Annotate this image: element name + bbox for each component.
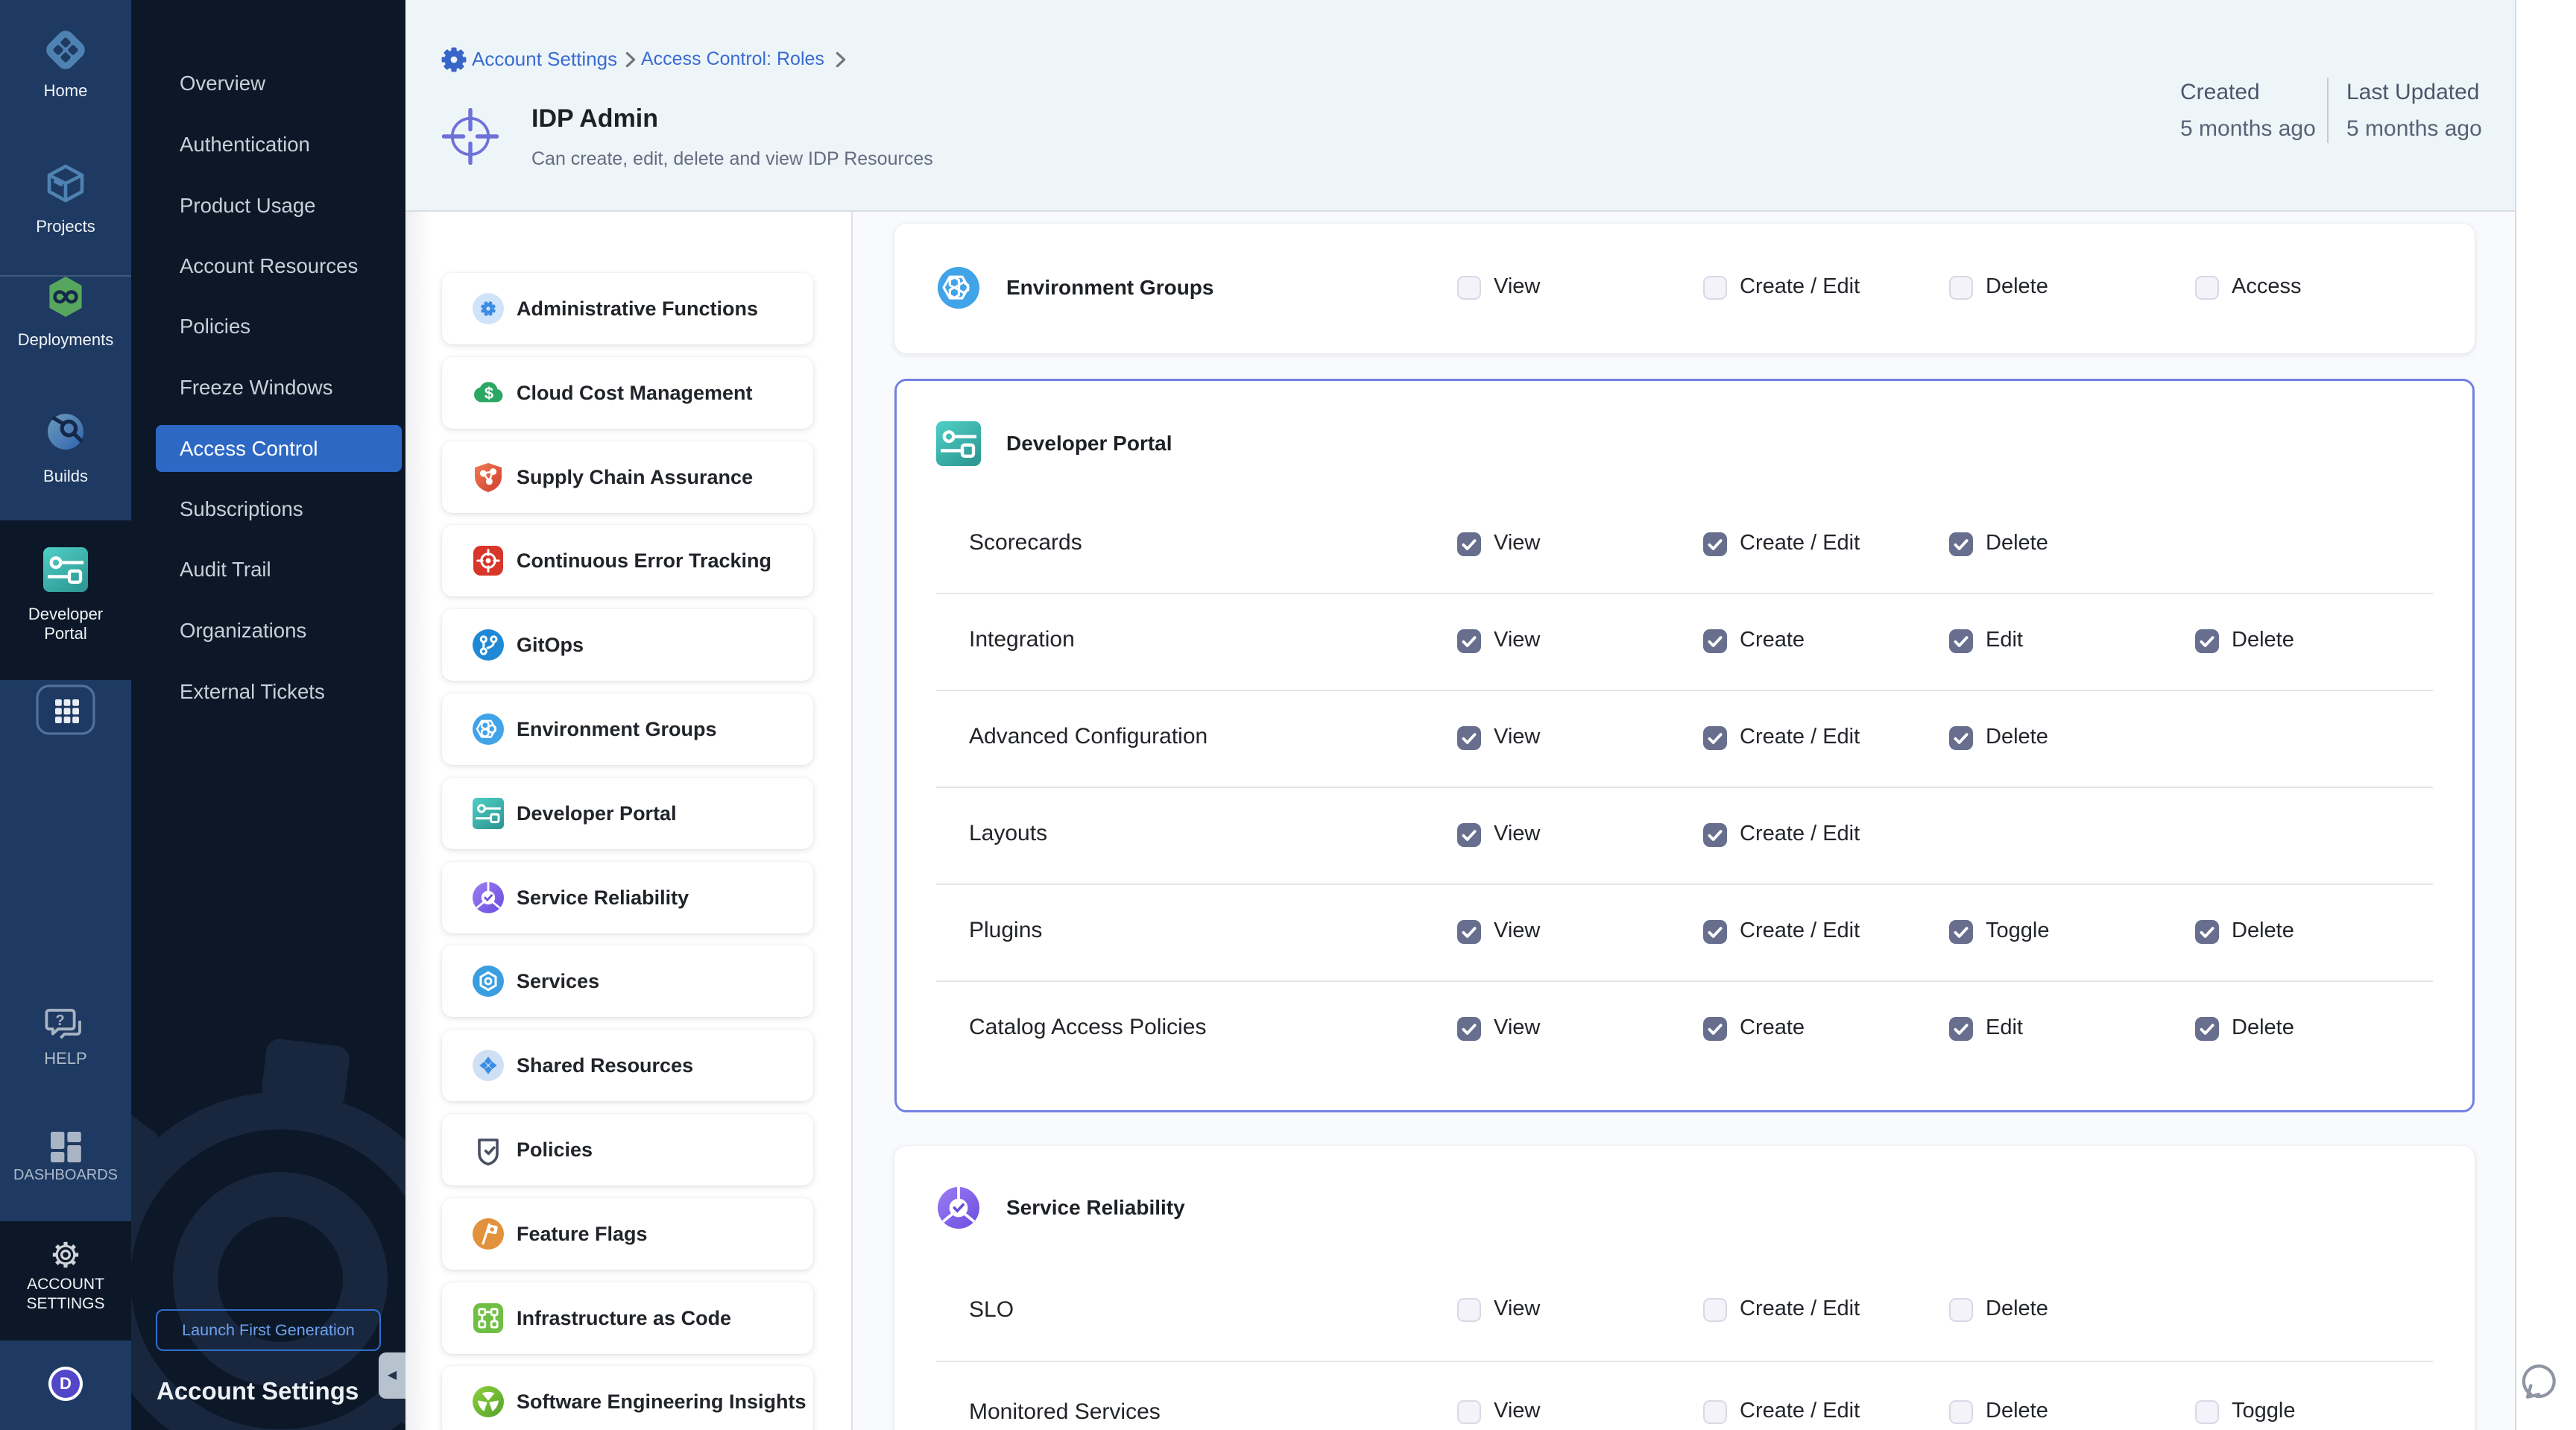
svg-text:?: ? bbox=[55, 1012, 64, 1029]
svg-text:$: $ bbox=[484, 384, 493, 403]
